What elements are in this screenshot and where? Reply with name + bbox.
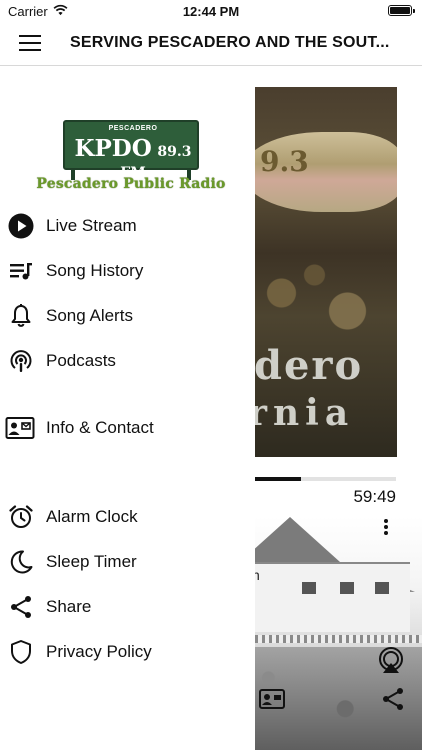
menu-item-info-contact[interactable]: Info & Contact	[0, 409, 255, 447]
logo-sign: PESCADERO KPDO 89.3 FM	[63, 120, 199, 181]
podcast-icon	[10, 350, 32, 372]
station-logo: PESCADERO KPDO 89.3 FM Pescadero Public …	[33, 120, 229, 196]
shield-icon	[11, 640, 31, 664]
menu-item-label: Song History	[46, 261, 144, 280]
share-icon	[11, 596, 31, 618]
share-icon[interactable]	[379, 685, 407, 713]
play-circle-icon	[8, 213, 34, 239]
menu-item-label: Privacy Policy	[46, 642, 152, 661]
menu-item-alarm-clock[interactable]: Alarm Clock	[0, 498, 255, 536]
menu-item-sleep-timer[interactable]: Sleep Timer	[0, 543, 255, 581]
artwork-text-line1: dero	[254, 342, 364, 389]
status-bar: Carrier 12:44 PM	[0, 0, 422, 22]
hamburger-menu-icon[interactable]	[19, 32, 41, 54]
logo-town: PESCADERO	[108, 125, 158, 132]
menu-item-label: Podcasts	[46, 351, 116, 370]
contact-card-icon	[5, 417, 35, 439]
alarm-clock-icon	[9, 505, 33, 528]
playlist-icon	[10, 263, 32, 280]
menu-item-share[interactable]: Share	[0, 588, 255, 626]
album-artwork: 9.3 dero rnia	[232, 87, 397, 457]
battery-icon	[388, 5, 415, 16]
menu-item-song-history[interactable]: Song History	[0, 252, 255, 290]
logo-callsign: KPDO	[74, 135, 152, 162]
menu-item-label: Live Stream	[46, 216, 137, 235]
menu-item-label: Info & Contact	[46, 418, 154, 437]
menu-item-label: Share	[46, 597, 92, 616]
logo-frequency: 89.3	[157, 144, 192, 160]
station-photo: n	[230, 517, 422, 750]
bell-icon	[11, 304, 31, 327]
menu-item-label: Alarm Clock	[46, 507, 138, 526]
menu-item-song-alerts[interactable]: Song Alerts	[0, 297, 255, 335]
menu-item-label: Song Alerts	[46, 306, 133, 325]
navigation-drawer: PESCADERO KPDO 89.3 FM Pescadero Public …	[0, 67, 255, 750]
menu-item-podcasts[interactable]: Podcasts	[0, 342, 255, 380]
app-header: SERVING PESCADERO AND THE SOUT...	[0, 22, 422, 66]
airplay-icon[interactable]	[377, 647, 405, 675]
menu-item-label: Sleep Timer	[46, 552, 137, 571]
clock-label: 12:44 PM	[182, 4, 240, 19]
more-options-icon[interactable]	[380, 519, 392, 535]
menu-item-live-stream[interactable]: Live Stream	[0, 207, 255, 245]
artwork-frequency: 9.3	[260, 145, 309, 178]
moon-icon	[10, 550, 33, 574]
menu-item-privacy-policy[interactable]: Privacy Policy	[0, 633, 255, 671]
contact-card-icon[interactable]	[258, 685, 286, 713]
elapsed-time: 59:49	[353, 487, 396, 506]
artwork-text-line2: rnia	[248, 392, 355, 434]
header-title: SERVING PESCADERO AND THE SOUT...	[70, 34, 390, 51]
logo-tagline: Pescadero Public Radio	[36, 176, 226, 192]
